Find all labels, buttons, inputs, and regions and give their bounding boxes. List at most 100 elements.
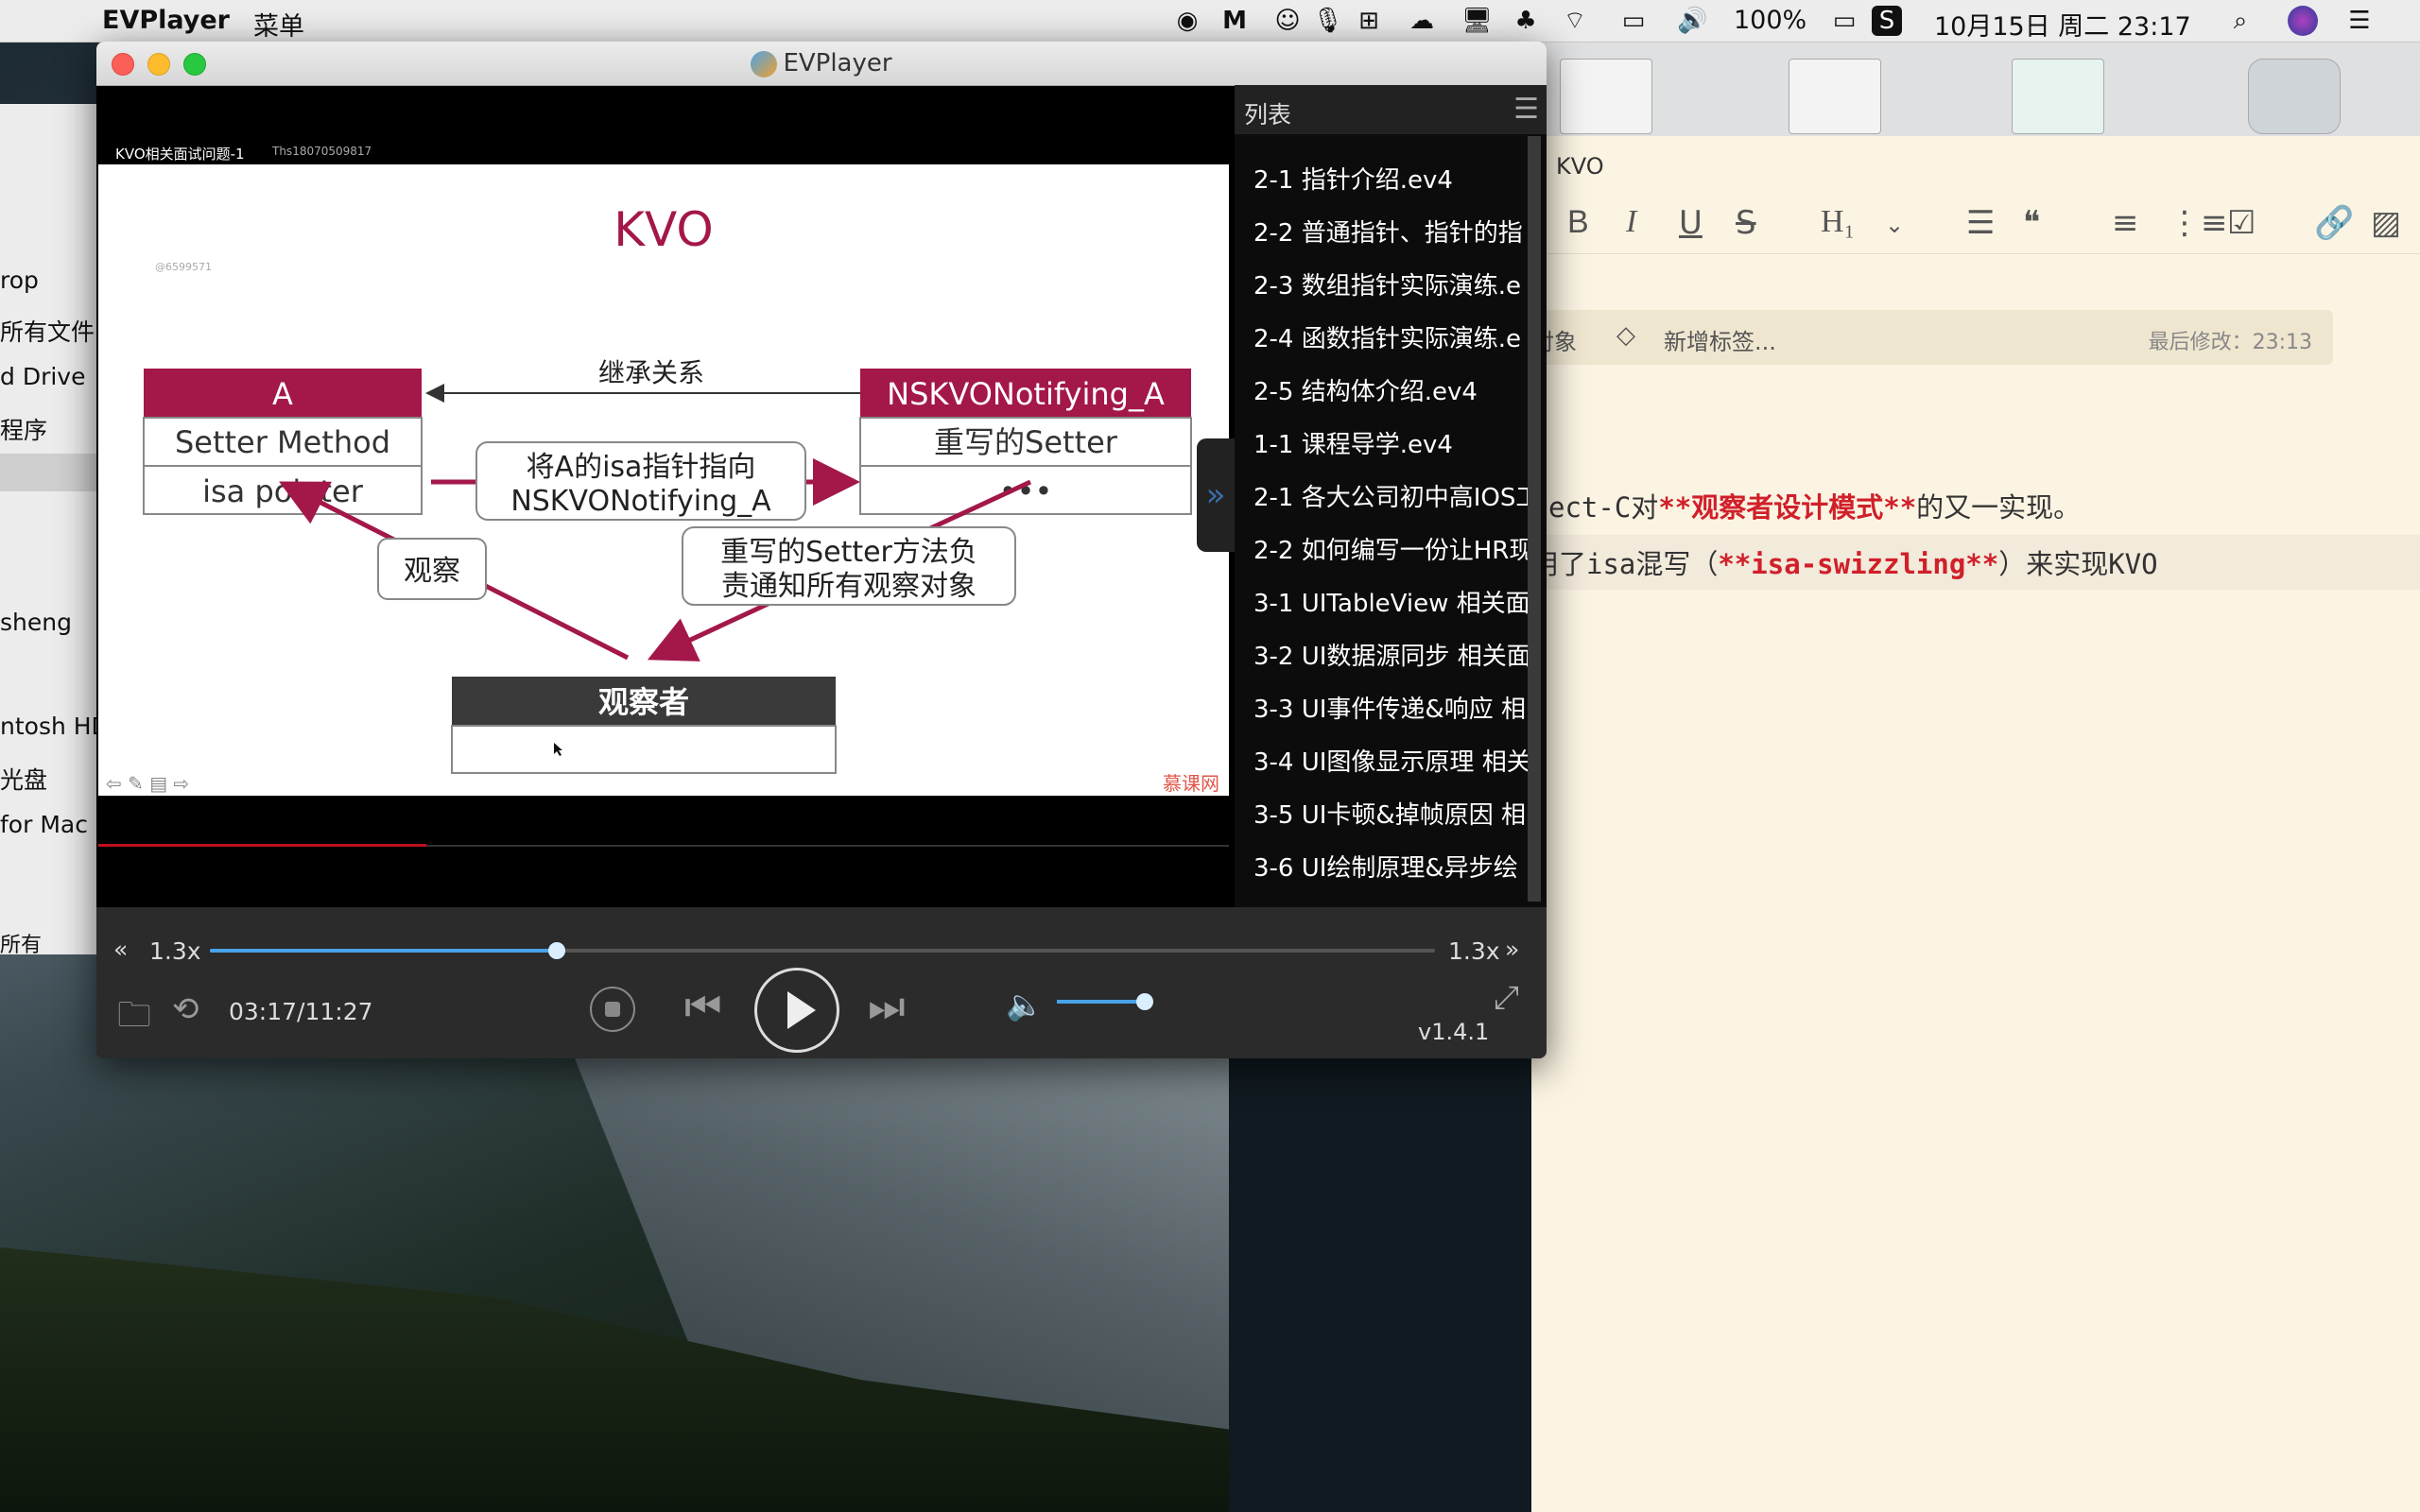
cloud-icon[interactable]: ☁	[1407, 6, 1437, 36]
video-progress-fill	[98, 844, 426, 847]
grid-icon[interactable]: ⊞	[1354, 6, 1384, 36]
playlist-panel: 列表 ☰ 2-1 指针介绍.ev4 2-2 普通指针、指针的指 2-3 数组指针实际…	[1235, 85, 1547, 949]
slide-watermark: @6599571	[155, 261, 212, 273]
imooc-logo: 慕课网	[1163, 772, 1219, 795]
open-folder-icon[interactable]: 🗀	[117, 990, 151, 1048]
clock[interactable]: 10月15日 周二 23:17	[1934, 6, 2191, 43]
playlist-item[interactable]: 2-5 结构体介绍.ev4	[1253, 372, 1528, 407]
finder-item[interactable]: for Mac	[0, 811, 88, 838]
note-thumbnail[interactable]	[1789, 59, 1881, 134]
previous-button[interactable]: ⏮	[684, 983, 722, 1031]
playlist-item[interactable]: 3-4 UI图像显示原理 相关	[1253, 743, 1528, 778]
italic-icon[interactable]: I	[1626, 204, 1636, 240]
link-icon[interactable]: 🔗	[2314, 204, 2354, 242]
battery-percent: 100%	[1734, 6, 1807, 35]
search-icon[interactable]: ⌕	[2225, 6, 2256, 36]
finder-item[interactable]: ntosh HD	[0, 713, 110, 740]
sogou-input-icon[interactable]: S	[1872, 6, 1902, 36]
finder-item[interactable]: d Drive	[0, 363, 85, 390]
finder-item[interactable]: rop	[0, 266, 39, 294]
loop-icon[interactable]: ⟲	[172, 990, 199, 1028]
note-thumbnail[interactable]	[1560, 59, 1652, 134]
finder-item[interactable]: 光盘	[0, 762, 47, 796]
add-tag-input[interactable]: 新增标签...	[1664, 323, 1776, 356]
divider-icon[interactable]: ☰	[1966, 204, 1995, 242]
volume-slider[interactable]	[1057, 1000, 1146, 1004]
siri-icon[interactable]: ●	[2288, 6, 2318, 36]
fullscreen-icon[interactable]: ⤢	[1494, 979, 1519, 1017]
airplay-icon[interactable]: ▭	[1618, 6, 1649, 36]
slide-header-id: Ths18070509817	[272, 145, 372, 158]
playlist-item[interactable]: 3-6 UI绘制原理&异步绘	[1253, 849, 1528, 884]
volume-icon[interactable]: 🔊	[1677, 6, 1707, 36]
volume-knob[interactable]	[1136, 993, 1153, 1010]
wifi-icon[interactable]: ⌔	[1560, 6, 1590, 36]
finder-selected-row	[0, 454, 98, 491]
seek-knob[interactable]	[547, 942, 565, 959]
evplayer-window: EVPlayer KVO相关面试问题-1 Ths18070509817 @659…	[96, 42, 1547, 1058]
notes-tab[interactable]: KVO	[1531, 136, 1781, 193]
playlist-item[interactable]: 2-1 指针介绍.ev4	[1253, 161, 1528, 196]
disk-thumbnail[interactable]	[2248, 59, 2341, 134]
playlist-item[interactable]: 3-2 UI数据源同步 相关面	[1253, 637, 1528, 672]
note-text: ect-C对	[1548, 491, 1659, 524]
next-button[interactable]: ⏭	[868, 983, 906, 1031]
status-app-icon[interactable]: ◉	[1172, 6, 1202, 36]
bullet-list-icon[interactable]: ≡	[2112, 204, 2139, 242]
bold-icon[interactable]: B	[1567, 204, 1589, 241]
finder-item[interactable]: 所有文件	[0, 314, 95, 348]
app-menu[interactable]: EVPlayer	[102, 6, 230, 35]
strikethrough-icon[interactable]: S	[1736, 204, 1756, 242]
collapse-list-button[interactable]: »	[1197, 438, 1235, 552]
checkbox-icon[interactable]: ☑	[2227, 204, 2256, 242]
note-line-2[interactable]: 用了isa混写（**isa-swizzling**）来实现KVO	[1531, 542, 2158, 582]
box-b-row1: 重写的Setter	[934, 424, 1118, 460]
image-icon[interactable]: ▨	[2371, 204, 2401, 242]
chevron-down-icon[interactable]: ⌄	[1885, 212, 1904, 238]
finder-item[interactable]: 程序	[0, 412, 47, 446]
isa-note-line1: 将A的isa指针指向	[527, 451, 756, 484]
speaker-icon[interactable]: 🔈	[1006, 987, 1044, 1022]
menu-bar: EVPlayer 菜单 ◉ M ☺ 🎙 ⊞ ☁ 🖥 ♣ ⌔ ▭ 🔊 100% ▭…	[0, 0, 2420, 43]
screen-icon[interactable]: 🖥	[1461, 6, 1493, 36]
quote-icon[interactable]: ❝	[2023, 204, 2040, 242]
playlist-item[interactable]: 3-5 UI卡顿&掉帧原因 相	[1253, 796, 1528, 831]
title-bar: EVPlayer	[96, 42, 1547, 86]
editor-toolbar: B I U S H₁ ⌄ ☰ ❝ ≡ ⋮≡ ☑ 🔗 ▨	[1531, 193, 2420, 254]
playlist-item[interactable]: 2-2 如何编写一份让HR现	[1253, 531, 1528, 566]
finder-item[interactable]: sheng	[0, 609, 72, 636]
playlist-item[interactable]: 2-1 各大公司初中高IOS工	[1253, 478, 1528, 513]
smiley-icon[interactable]: ☺	[1272, 6, 1303, 36]
heading-icon[interactable]: H₁	[1821, 204, 1855, 240]
finder-item[interactable]: 所有	[0, 928, 42, 958]
playlist-item[interactable]: 2-4 函数指针实际演练.e	[1253, 319, 1528, 354]
observer-header: 观察者	[598, 684, 689, 720]
player-controls: « 1.3x 1.3x » 🗀 ⟲ 03:17/11:27 ⏮ ⏭ 🔈 ⤢ v1…	[96, 907, 1547, 1058]
box-a-row2: isa pointer	[202, 473, 364, 509]
playlist-scrollbar[interactable]	[1528, 136, 1541, 902]
stop-button[interactable]	[590, 987, 635, 1032]
seek-bar[interactable]	[210, 942, 1435, 959]
menu-item[interactable]: 菜单	[253, 6, 304, 43]
microphone-icon[interactable]: 🎙	[1312, 6, 1343, 36]
playlist-item[interactable]: 3-3 UI事件传递&响应 相	[1253, 690, 1528, 725]
window-title-text: EVPlayer	[783, 49, 892, 77]
playlist-item[interactable]: 2-2 普通指针、指针的指	[1253, 214, 1528, 249]
note-thumbnail[interactable]	[2012, 59, 2104, 134]
notify-note-line1: 重写的Setter方法负	[720, 536, 977, 569]
battery-icon[interactable]: ▭	[1823, 6, 1866, 36]
playlist-item[interactable]: 1-1 课程导学.ev4	[1253, 425, 1528, 460]
evernote-icon[interactable]: ♣	[1511, 6, 1541, 36]
note-line-1[interactable]: ect-C对**观察者设计模式**的又一实现。	[1548, 486, 2081, 525]
playlist-item[interactable]: 2-3 数组指针实际演练.e	[1253, 266, 1528, 301]
mail-icon[interactable]: M	[1219, 6, 1250, 36]
numbered-list-icon[interactable]: ⋮≡	[2169, 204, 2228, 242]
speed-up-icon[interactable]: »	[1505, 936, 1519, 963]
play-button[interactable]	[754, 968, 839, 1053]
video-frame[interactable]: @6599571 KVO A Setter Method isa pointer…	[98, 164, 1229, 796]
speed-down-icon[interactable]: «	[113, 936, 128, 963]
notification-center-icon[interactable]: ☰	[2344, 6, 2375, 36]
playlist-item[interactable]: 3-1 UITableView 相关面	[1253, 584, 1528, 619]
list-menu-icon[interactable]: ☰	[1513, 93, 1539, 126]
underline-icon[interactable]: U	[1679, 204, 1703, 242]
